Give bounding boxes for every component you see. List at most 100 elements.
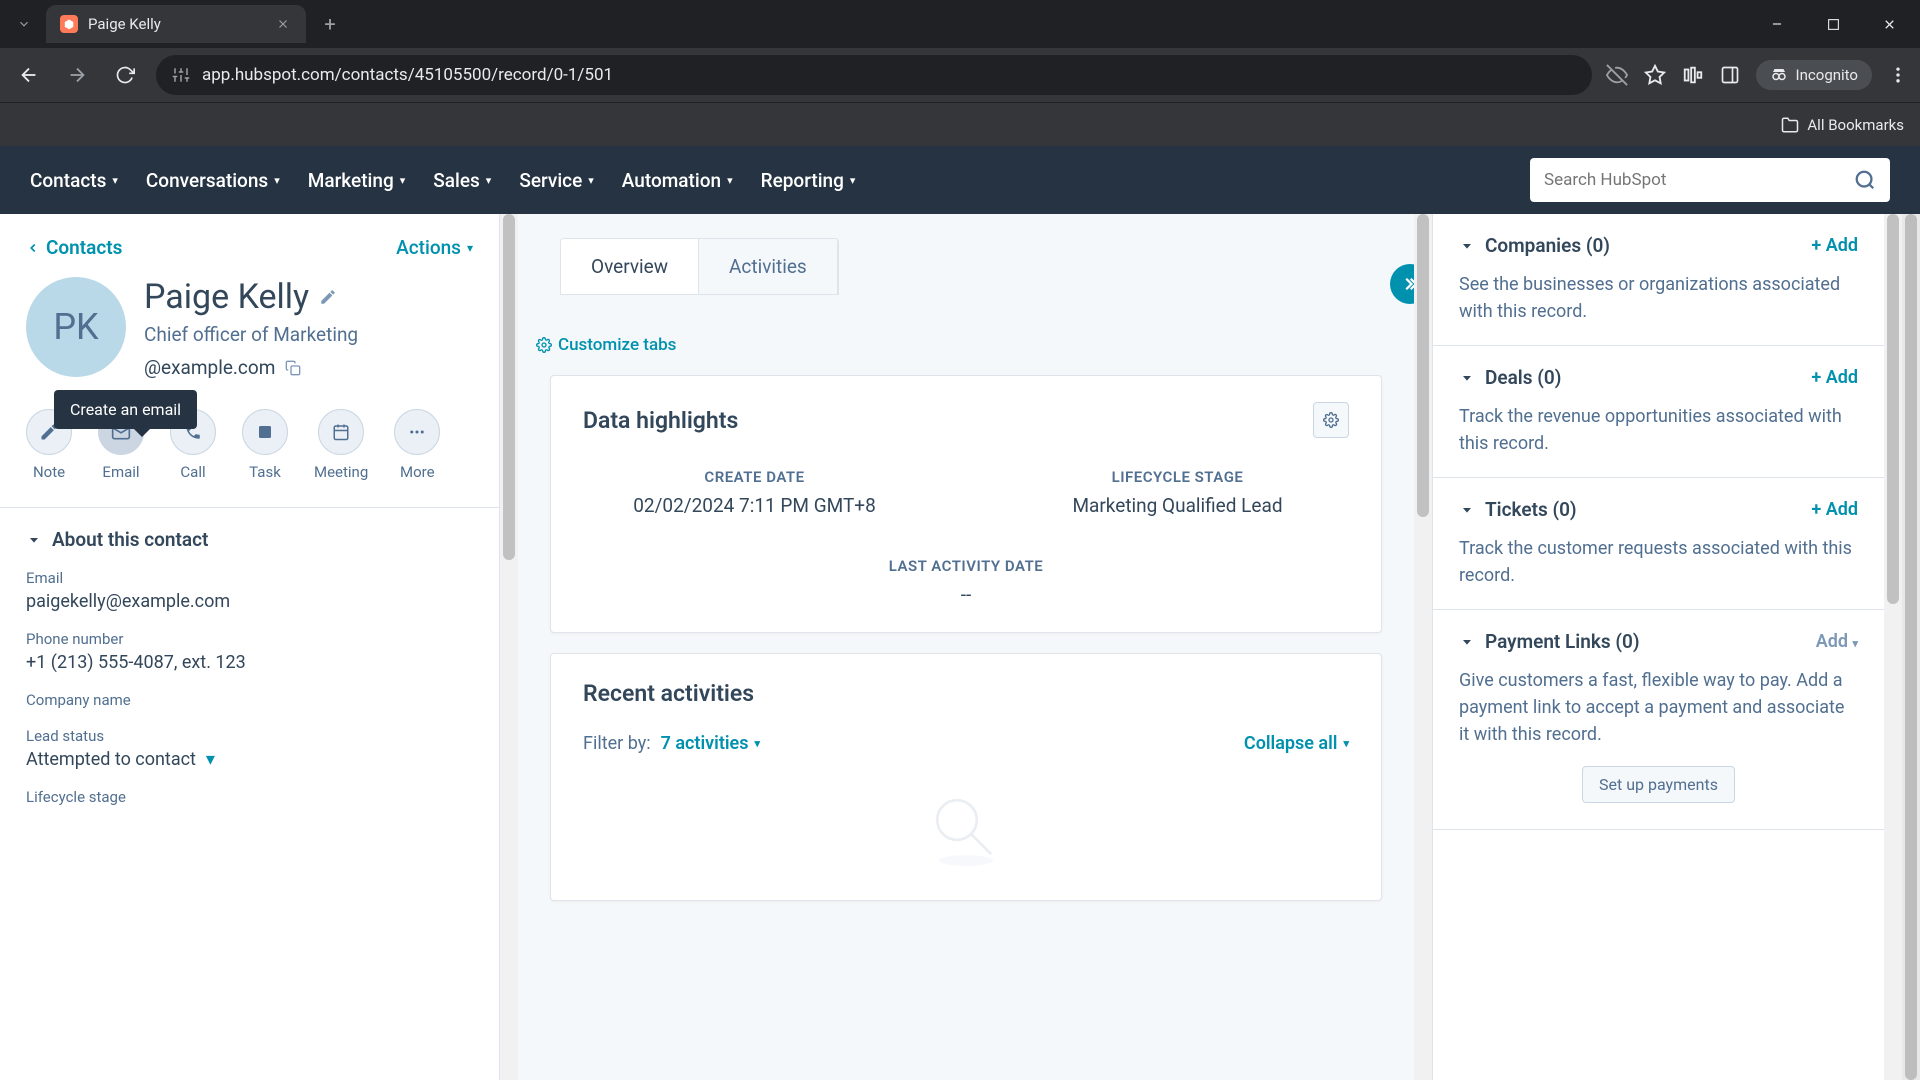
phone-field-label: Phone number (26, 630, 473, 648)
lead-status-select[interactable]: Attempted to contact ▾ (26, 749, 473, 770)
contact-avatar[interactable]: PK (26, 277, 126, 377)
nav-marketing[interactable]: Marketing▾ (308, 169, 406, 192)
email-tooltip: Create an email (54, 390, 197, 429)
search-icon (1854, 169, 1876, 191)
chevron-down-icon[interactable] (1459, 238, 1475, 254)
url-text: app.hubspot.com/contacts/45105500/record… (202, 65, 613, 85)
nav-reporting[interactable]: Reporting▾ (761, 169, 856, 192)
company-field-label: Company name (26, 691, 473, 709)
about-section-header[interactable]: About this contact (26, 528, 473, 551)
search-box[interactable] (1530, 158, 1890, 202)
chevron-double-right-icon (1401, 275, 1414, 293)
media-control-icon[interactable] (1682, 64, 1704, 86)
companies-card: Companies (0) + Add See the businesses o… (1433, 214, 1884, 346)
site-settings-icon[interactable] (172, 66, 190, 84)
chevron-down-icon: ▾ (486, 174, 492, 187)
caret-down-icon: ▾ (206, 749, 215, 770)
nav-sales[interactable]: Sales▾ (433, 169, 491, 192)
chevron-down-icon[interactable] (1459, 634, 1475, 650)
close-tab-icon[interactable] (274, 15, 292, 33)
record-tabs: Overview Activities (560, 238, 839, 295)
chevron-down-icon (26, 532, 42, 548)
main-navigation: Contacts▾ Conversations▾ Marketing▾ Sale… (0, 146, 1920, 214)
deals-card: Deals (0) + Add Track the revenue opport… (1433, 346, 1884, 478)
filter-activities-dropdown[interactable]: 7 activities ▾ (661, 733, 760, 754)
kebab-menu-icon[interactable] (1888, 65, 1908, 85)
chevron-down-icon[interactable] (1459, 502, 1475, 518)
associations-sidebar: Companies (0) + Add See the businesses o… (1432, 214, 1884, 1080)
chevron-down-icon: ▾ (112, 174, 118, 187)
actions-dropdown[interactable]: Actions ▾ (396, 236, 473, 259)
new-tab-button[interactable]: + (314, 8, 346, 40)
tab-activities[interactable]: Activities (699, 239, 838, 294)
payment-links-title[interactable]: Payment Links (0) (1485, 630, 1806, 653)
deals-desc: Track the revenue opportunities associat… (1459, 403, 1858, 457)
address-bar-row: app.hubspot.com/contacts/45105500/record… (0, 48, 1920, 102)
all-bookmarks-button[interactable]: All Bookmarks (1781, 116, 1904, 134)
customize-tabs-button[interactable]: Customize tabs (536, 335, 1376, 355)
caret-down-icon: ▾ (754, 737, 760, 750)
right-scrollbar[interactable] (1884, 214, 1902, 1080)
email-display[interactable]: @example.com (144, 356, 275, 379)
setup-payments-button[interactable]: Set up payments (1582, 766, 1735, 803)
add-company-button[interactable]: + Add (1811, 235, 1858, 256)
nav-service[interactable]: Service▾ (519, 169, 593, 192)
tab-overview[interactable]: Overview (561, 239, 699, 294)
contact-name: Paige Kelly (144, 277, 309, 317)
middle-scrollbar[interactable] (1414, 214, 1432, 1080)
chevron-left-icon (26, 241, 40, 255)
filter-by-label: Filter by: (583, 733, 651, 754)
tab-title: Paige Kelly (88, 15, 264, 33)
recent-activities-card: Recent activities Filter by: 7 activitie… (550, 653, 1382, 901)
add-payment-link-dropdown[interactable]: Add ▾ (1816, 631, 1858, 652)
more-action[interactable]: More (394, 409, 440, 481)
nav-contacts[interactable]: Contacts▾ (30, 169, 118, 192)
caret-down-icon: ▾ (467, 241, 473, 255)
add-deal-button[interactable]: + Add (1811, 367, 1858, 388)
incognito-icon (1770, 66, 1788, 84)
copy-icon[interactable] (285, 360, 301, 376)
chevron-down-icon[interactable] (1459, 370, 1475, 386)
phone-field-value[interactable]: +1 (213) 555-4087, ext. 123 (26, 652, 473, 673)
lifecycle-label: Lifecycle stage (26, 788, 473, 806)
close-window-button[interactable] (1866, 8, 1912, 40)
recent-activities-title: Recent activities (583, 680, 1349, 707)
add-ticket-button[interactable]: + Add (1811, 499, 1858, 520)
left-scrollbar[interactable] (500, 214, 518, 1080)
more-icon (408, 423, 426, 441)
task-action[interactable]: Task (242, 409, 288, 481)
payment-links-desc: Give customers a fast, flexible way to p… (1459, 667, 1858, 748)
side-panel-icon[interactable] (1720, 65, 1740, 85)
bookmark-star-icon[interactable] (1644, 64, 1666, 86)
back-button[interactable] (12, 58, 46, 92)
tickets-desc: Track the customer requests associated w… (1459, 535, 1858, 589)
gear-icon (536, 337, 552, 353)
meeting-action[interactable]: Meeting (314, 409, 368, 481)
minimize-button[interactable] (1754, 8, 1800, 40)
forward-button[interactable] (60, 58, 94, 92)
chevron-down-icon: ▾ (727, 174, 733, 187)
maximize-button[interactable] (1810, 8, 1856, 40)
back-to-contacts-link[interactable]: Contacts (26, 236, 122, 259)
folder-icon (1781, 116, 1799, 134)
incognito-badge[interactable]: Incognito (1756, 60, 1872, 90)
deals-title[interactable]: Deals (0) (1485, 366, 1801, 389)
tickets-title[interactable]: Tickets (0) (1485, 498, 1801, 521)
browser-tab[interactable]: ⬢ Paige Kelly (46, 5, 306, 43)
highlights-settings-button[interactable] (1313, 402, 1349, 438)
eye-off-icon[interactable] (1606, 64, 1628, 86)
pencil-icon[interactable] (319, 288, 337, 306)
collapse-all-button[interactable]: Collapse all ▾ (1244, 733, 1349, 754)
companies-title[interactable]: Companies (0) (1485, 234, 1801, 257)
gear-icon (1323, 412, 1339, 428)
search-input[interactable] (1544, 170, 1854, 190)
address-bar[interactable]: app.hubspot.com/contacts/45105500/record… (156, 55, 1592, 95)
nav-conversations[interactable]: Conversations▾ (146, 169, 280, 192)
page-scrollbar[interactable] (1902, 214, 1920, 1080)
reload-button[interactable] (108, 58, 142, 92)
tab-search-button[interactable] (8, 8, 40, 40)
chevron-down-icon: ▾ (588, 174, 594, 187)
contact-sidebar: Contacts Actions ▾ PK Paige Kelly Chief … (0, 214, 500, 1080)
email-field-value[interactable]: paigekelly@example.com (26, 591, 473, 612)
nav-automation[interactable]: Automation▾ (622, 169, 733, 192)
